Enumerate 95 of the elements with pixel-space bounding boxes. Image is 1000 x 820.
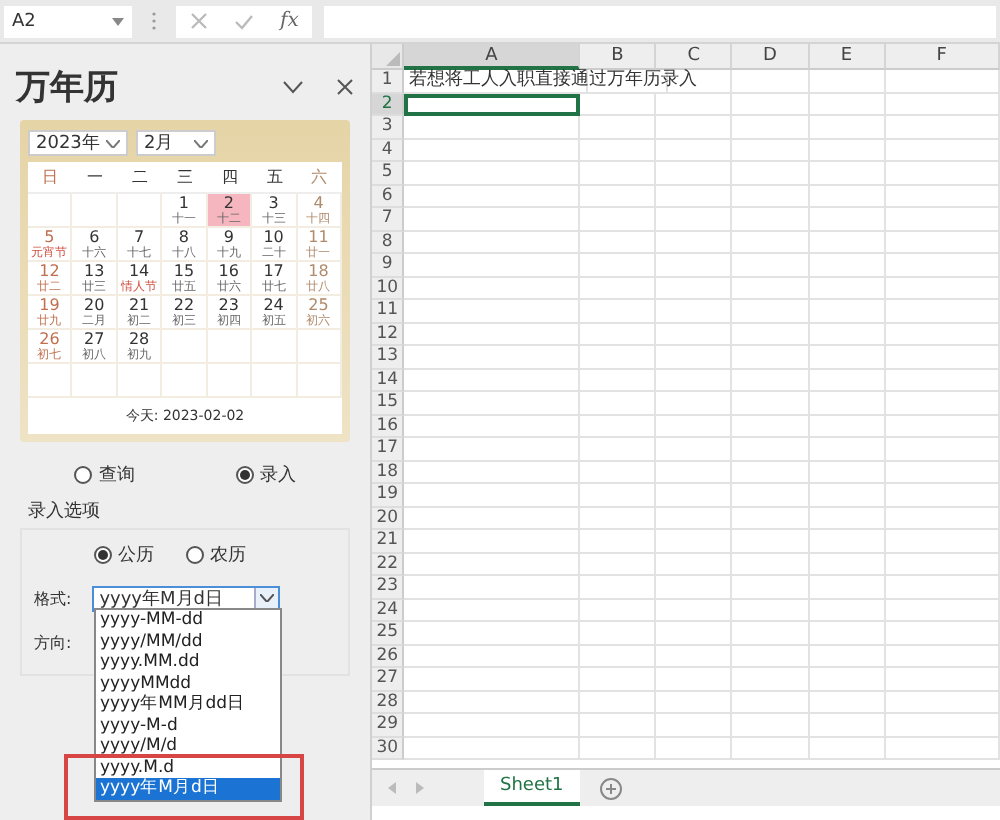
calendar-cell [117, 364, 163, 398]
weekday-label: 六 [297, 162, 342, 194]
calendar-cell [252, 330, 298, 364]
row-header[interactable]: 21 [372, 530, 405, 553]
row-header[interactable]: 14 [372, 369, 405, 392]
calendar-cell [28, 364, 73, 398]
table-cell[interactable]: 若想将工人入职直接通过万年历录入 [404, 70, 733, 93]
calendar-cell [207, 330, 253, 364]
row-header[interactable]: 20 [372, 507, 405, 530]
calendar-cell [207, 364, 253, 398]
add-sheet-icon[interactable] [599, 777, 622, 799]
name-box[interactable]: A2 [4, 5, 132, 37]
row-header[interactable]: 30 [372, 737, 405, 760]
row-header[interactable]: 8 [372, 231, 405, 254]
row-header[interactable]: 3 [372, 116, 405, 139]
calendar-cell [297, 330, 342, 364]
calendar-cell [252, 364, 298, 398]
format-option[interactable]: yyyy-MM-dd [96, 610, 280, 631]
column-header[interactable]: F [885, 44, 1000, 70]
calendar-radio[interactable]: 公历 [94, 542, 154, 568]
calendar-cell [162, 364, 208, 398]
row-header[interactable]: 5 [372, 162, 405, 185]
close-icon[interactable] [336, 78, 354, 96]
row-header[interactable]: 6 [372, 185, 405, 208]
format-option[interactable]: yyyy年M月d日 [96, 778, 280, 799]
group-title: 录入选项 [28, 499, 102, 524]
sheet-tab[interactable]: Sheet1 [484, 770, 580, 806]
column-header[interactable]: A [404, 44, 581, 70]
weekday-label: 三 [162, 162, 208, 194]
weekday-label: 五 [252, 162, 298, 194]
row-header[interactable]: 7 [372, 208, 405, 231]
check-icon[interactable] [233, 13, 254, 29]
weekday-label: 一 [72, 162, 118, 194]
format-option[interactable]: yyyy/M/d [96, 736, 280, 757]
row-header[interactable]: 18 [372, 461, 405, 484]
format-label: 格式: [34, 587, 72, 609]
caret-icon [112, 17, 124, 25]
calendar-cell [117, 194, 163, 228]
row-header[interactable]: 29 [372, 714, 405, 737]
caret-icon [194, 139, 208, 147]
row-header[interactable]: 27 [372, 668, 405, 691]
column-header[interactable]: B [580, 44, 657, 70]
row-header[interactable]: 22 [372, 553, 405, 576]
dropdown-button[interactable] [253, 587, 278, 609]
row-header[interactable]: 15 [372, 392, 405, 415]
function-button[interactable]: fx [280, 10, 299, 32]
scroll-right-icon[interactable] [416, 782, 424, 794]
scroll-left-icon[interactable] [388, 782, 396, 794]
column-header[interactable]: D [732, 44, 810, 70]
column-header[interactable]: E [809, 44, 886, 70]
row-header[interactable]: 28 [372, 691, 405, 714]
row-header[interactable]: 2 [372, 93, 405, 116]
calendar-cell [297, 364, 342, 398]
calendar-cell [162, 330, 208, 364]
format-option[interactable]: yyyy/MM/dd [96, 631, 280, 652]
calendar-cell [72, 364, 118, 398]
format-option[interactable]: yyyyMMdd [96, 673, 280, 694]
row-header[interactable]: 25 [372, 622, 405, 645]
row-header[interactable]: 19 [372, 484, 405, 507]
row-header[interactable]: 16 [372, 415, 405, 438]
caret-icon [259, 594, 274, 602]
row-header[interactable]: 17 [372, 438, 405, 461]
mode-radio[interactable]: 查询 [74, 462, 135, 488]
weekday-label: 二 [117, 162, 163, 194]
mode-radio[interactable]: 录入 [235, 462, 296, 488]
table-cell[interactable] [404, 93, 581, 116]
column-header[interactable]: C [656, 44, 733, 70]
row-header[interactable]: 9 [372, 254, 405, 277]
pane-title: 万年历 [16, 66, 120, 110]
row-header[interactable]: 24 [372, 599, 405, 622]
weekday-label: 日 [28, 162, 73, 194]
format-option[interactable]: yyyy.M.d [96, 757, 280, 778]
caret-icon [106, 139, 120, 147]
row-header[interactable]: 4 [372, 139, 405, 162]
row-header[interactable]: 23 [372, 576, 405, 599]
corner-triangle-icon [386, 52, 401, 66]
calendar-cell [28, 194, 73, 228]
select-all-corner[interactable] [372, 44, 405, 70]
row-header[interactable]: 12 [372, 323, 405, 346]
format-option[interactable]: yyyy-M-d [96, 715, 280, 736]
format-option[interactable]: yyyy.MM.dd [96, 652, 280, 673]
calendar-cell [72, 194, 118, 228]
row-header[interactable]: 13 [372, 346, 405, 369]
cancel-icon[interactable] [189, 12, 208, 30]
month-dropdown[interactable]: 2月 [136, 130, 216, 156]
row-header[interactable]: 11 [372, 300, 405, 323]
row-header[interactable]: 10 [372, 277, 405, 300]
direction-label: 方向: [34, 631, 72, 653]
format-dropdown[interactable]: yyyy年M月d日 [91, 585, 280, 611]
format-option[interactable]: yyyy年MM月dd日 [96, 694, 280, 715]
calendar-radio[interactable]: 农历 [186, 542, 246, 568]
row-header[interactable]: 26 [372, 645, 405, 668]
chevron-icon[interactable] [282, 80, 304, 94]
year-dropdown[interactable]: 2023年 [28, 130, 128, 156]
row-header[interactable]: 1 [372, 70, 405, 93]
